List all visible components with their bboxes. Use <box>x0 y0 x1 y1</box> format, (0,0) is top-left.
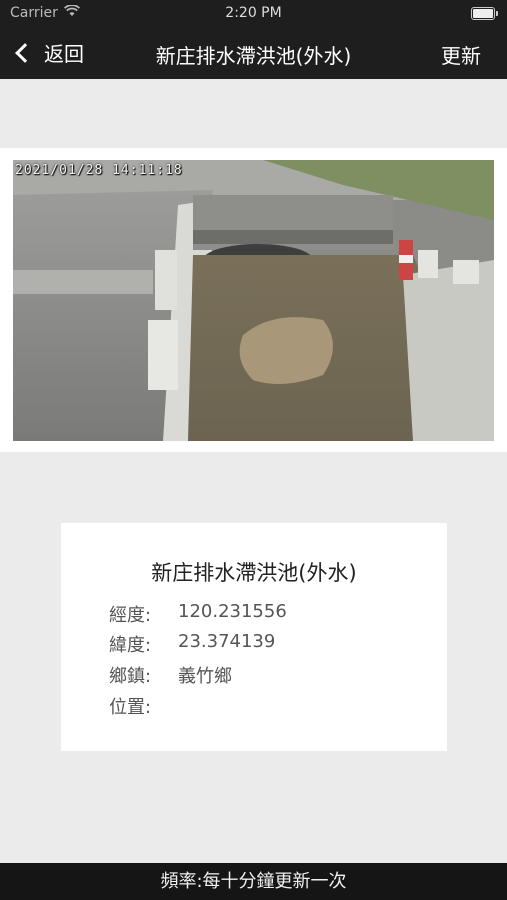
back-label: 返回 <box>44 42 84 66</box>
station-name: 新庄排水滯洪池(外水) <box>151 561 357 585</box>
status-time: 2:20 PM <box>225 5 282 21</box>
township-label: 鄉鎮: <box>109 666 152 687</box>
township-value: 義竹鄉 <box>178 666 232 687</box>
township-row: 鄉鎮: 義竹鄉 <box>109 662 232 688</box>
refresh-button[interactable]: 更新 <box>441 40 481 69</box>
longitude-value: 120.231556 <box>178 601 287 622</box>
longitude-label: 經度: <box>109 605 152 626</box>
status-bar: Carrier 2:20 PM <box>0 0 507 28</box>
update-frequency-bar: 頻率:每十分鐘更新一次 <box>0 863 507 900</box>
latitude-label: 緯度: <box>109 635 152 656</box>
chevron-left-icon <box>15 42 35 63</box>
battery-icon <box>471 7 498 20</box>
top-bar: Carrier 2:20 PM 返回 新庄排水滯洪池(外水) 更新 <box>0 0 507 79</box>
nav-bar: 返回 新庄排水滯洪池(外水) 更新 <box>0 30 507 75</box>
latitude-row: 緯度: 23.374139 <box>109 631 275 657</box>
update-frequency-text: 頻率:每十分鐘更新一次 <box>160 871 347 892</box>
camera-image-container: 2021/01/28 14:11:18 <box>0 148 507 452</box>
camera-timestamp: 2021/01/28 14:11:18 <box>15 163 183 178</box>
station-info-card: 新庄排水滯洪池(外水) 經度: 120.231556 緯度: 23.374139… <box>61 523 447 751</box>
back-button[interactable]: 返回 <box>14 38 84 67</box>
longitude-row: 經度: 120.231556 <box>109 601 287 627</box>
location-label: 位置: <box>109 697 152 718</box>
camera-image: 2021/01/28 14:11:18 <box>13 160 494 441</box>
latitude-value: 23.374139 <box>178 631 276 652</box>
location-row: 位置: <box>109 693 178 719</box>
